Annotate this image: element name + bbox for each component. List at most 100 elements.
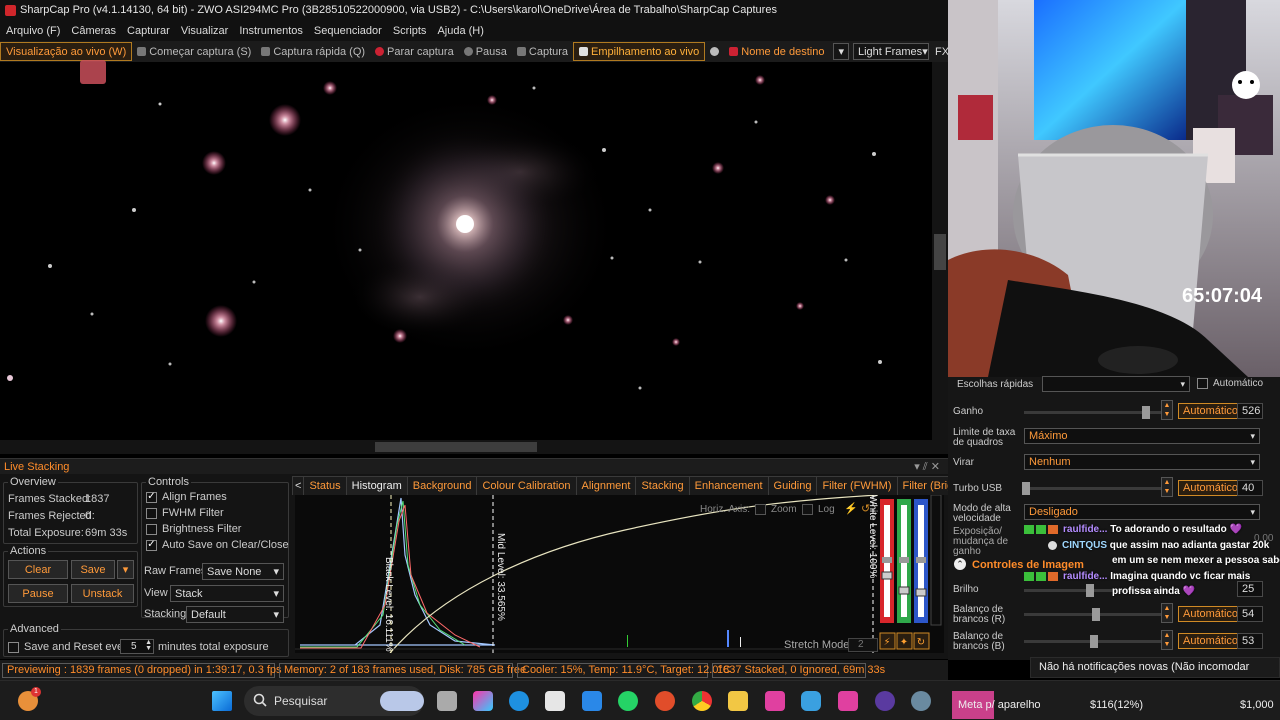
- slider-knob[interactable]: [1022, 482, 1030, 495]
- tab-colour-calibration[interactable]: Colour Calibration: [476, 476, 577, 495]
- save-button[interactable]: Save: [71, 560, 115, 579]
- file-explorer-icon[interactable]: [728, 691, 748, 711]
- slider-knob[interactable]: [1142, 406, 1150, 419]
- auto-stretch-icon[interactable]: ⚡: [844, 502, 858, 515]
- scroll-thumb[interactable]: [375, 442, 537, 452]
- camera-preview[interactable]: [0, 62, 932, 440]
- colour-balance-sliders[interactable]: ⚡ ✦ ↻: [878, 494, 944, 653]
- tab-histogram[interactable]: Histogram: [345, 476, 408, 495]
- gain-auto-button[interactable]: Automático: [1178, 403, 1244, 419]
- slider-knob[interactable]: [1092, 608, 1100, 621]
- tab-filter-fwhm[interactable]: Filter (FWHM): [816, 476, 898, 495]
- app-gear-icon[interactable]: [911, 691, 931, 711]
- frame-type-select[interactable]: Light Frames ▾: [852, 43, 929, 60]
- vertical-scrollbar[interactable]: [932, 62, 948, 440]
- wb-blue-stepper[interactable]: ▲ ▼: [1161, 630, 1173, 650]
- record-toggle[interactable]: [705, 42, 724, 61]
- view-select[interactable]: Stack ▾: [170, 585, 284, 602]
- target-name-combo[interactable]: ▾: [833, 43, 849, 60]
- scroll-thumb[interactable]: [934, 234, 946, 270]
- gain-stepper[interactable]: ▲ ▼: [1161, 400, 1173, 420]
- wb-red-stepper[interactable]: ▲ ▼: [1161, 603, 1173, 623]
- app-pink-icon[interactable]: [838, 691, 858, 711]
- record-indicator-icon[interactable]: [80, 60, 106, 84]
- wb-blue-auto-button[interactable]: Automático: [1178, 633, 1244, 649]
- edge-icon[interactable]: [509, 691, 529, 711]
- pause-stack-button[interactable]: Pause: [8, 584, 68, 603]
- wb-red-value[interactable]: 54: [1237, 606, 1263, 622]
- quick-choices-select[interactable]: ▾: [1042, 376, 1190, 392]
- windows-start-icon[interactable]: [212, 691, 232, 711]
- histogram-chart[interactable]: Black Level: 16.111% Mid Level: 33.565% …: [295, 494, 879, 654]
- fx-button[interactable]: FX: [935, 46, 948, 58]
- gain-slider[interactable]: [1024, 406, 1168, 419]
- task-view-icon[interactable]: [437, 691, 457, 711]
- quick-capture-button[interactable]: Captura rápida (Q): [256, 42, 370, 61]
- tab-stacking[interactable]: Stacking: [635, 476, 690, 495]
- stretch-mode-stepper[interactable]: 2: [848, 638, 878, 652]
- gain-value[interactable]: 526: [1237, 403, 1263, 419]
- zoom-checkbox[interactable]: Zoom: [755, 504, 797, 515]
- horizontal-scrollbar[interactable]: [0, 440, 948, 454]
- quick-choices-auto-checkbox[interactable]: Automático: [1197, 378, 1263, 389]
- live-view-button[interactable]: Visualização ao vivo (W): [0, 42, 133, 61]
- app-cube-icon[interactable]: [582, 691, 602, 711]
- notification-popup[interactable]: Não há notificações novas (Não incomodar…: [1030, 657, 1280, 692]
- whatsapp-icon[interactable]: [618, 691, 638, 711]
- tab-status[interactable]: Status: [303, 476, 347, 495]
- high-speed-select[interactable]: Desligado ▾: [1024, 504, 1260, 520]
- capture-button[interactable]: Captura: [512, 42, 573, 61]
- wb-red-auto-button[interactable]: Automático: [1178, 606, 1244, 622]
- brightness-filter-checkbox[interactable]: Brightness Filter: [146, 523, 241, 535]
- pause-button[interactable]: Pausa: [459, 42, 512, 61]
- menu-cameras[interactable]: Câmeras: [71, 25, 116, 37]
- collapse-icon[interactable]: ⌃: [954, 558, 966, 570]
- slider-knob[interactable]: [1090, 635, 1098, 648]
- reset-stretch-icon[interactable]: ↺: [861, 502, 870, 515]
- slider-knob[interactable]: [1086, 584, 1094, 597]
- start-capture-button[interactable]: Começar captura (S): [132, 42, 256, 61]
- wb-blue-value[interactable]: 53: [1237, 633, 1263, 649]
- store-icon[interactable]: [545, 691, 565, 711]
- app-galaxy-icon[interactable]: [875, 691, 895, 711]
- wb-blue-slider[interactable]: [1024, 635, 1168, 648]
- align-frames-checkbox[interactable]: ✓ Align Frames: [146, 491, 227, 503]
- brightness-value[interactable]: 25: [1237, 581, 1263, 597]
- auto-save-checkbox[interactable]: ✓ Auto Save on Clear/Close: [146, 539, 289, 551]
- flip-select[interactable]: Nenhum ▾: [1024, 454, 1260, 470]
- panel-controls-icon[interactable]: ▾ ⫽ ✕: [914, 459, 940, 475]
- frame-rate-select[interactable]: Máximo ▾: [1024, 428, 1260, 444]
- tab-guiding[interactable]: Guiding: [767, 476, 818, 495]
- turbo-usb-stepper[interactable]: ▲ ▼: [1161, 477, 1173, 497]
- tab-alignment[interactable]: Alignment: [575, 476, 637, 495]
- stacking-select[interactable]: Default ▾: [186, 606, 284, 623]
- menu-file[interactable]: Arquivo (F): [6, 25, 60, 37]
- stepper-arrows-icon[interactable]: ▲ ▼: [145, 639, 152, 652]
- turbo-usb-value[interactable]: 40: [1237, 480, 1263, 496]
- save-dropdown-button[interactable]: ▾: [117, 560, 134, 579]
- save-reset-stepper[interactable]: 5 ▲ ▼: [120, 639, 154, 654]
- copilot-icon[interactable]: [473, 691, 493, 711]
- wb-red-slider[interactable]: [1024, 608, 1168, 621]
- menu-capture[interactable]: Capturar: [127, 25, 170, 37]
- tab-enhancement[interactable]: Enhancement: [688, 476, 769, 495]
- clear-button[interactable]: Clear: [8, 560, 68, 579]
- chrome-icon[interactable]: [692, 691, 712, 711]
- opera-icon[interactable]: [655, 691, 675, 711]
- live-stack-button[interactable]: Empilhamento ao vivo: [573, 42, 706, 61]
- fwhm-filter-checkbox[interactable]: FWHM Filter: [146, 507, 224, 519]
- app-blue-icon[interactable]: [801, 691, 821, 711]
- save-reset-checkbox[interactable]: Save and Reset every: [8, 641, 132, 653]
- raw-frames-select[interactable]: Save None ▾: [202, 563, 284, 580]
- log-checkbox[interactable]: Log: [802, 504, 835, 515]
- turbo-usb-slider[interactable]: [1022, 482, 1168, 495]
- menu-view[interactable]: Visualizar: [181, 25, 229, 37]
- app-pink-icon[interactable]: [765, 691, 785, 711]
- menu-sequencer[interactable]: Sequenciador: [314, 25, 382, 37]
- menu-tools[interactable]: Instrumentos: [239, 25, 303, 37]
- turbo-usb-auto-button[interactable]: Automático: [1178, 480, 1244, 496]
- menu-help[interactable]: Ajuda (H): [437, 25, 483, 37]
- unstack-button[interactable]: Unstack: [71, 584, 134, 603]
- menu-scripts[interactable]: Scripts: [393, 25, 427, 37]
- tab-background[interactable]: Background: [406, 476, 478, 495]
